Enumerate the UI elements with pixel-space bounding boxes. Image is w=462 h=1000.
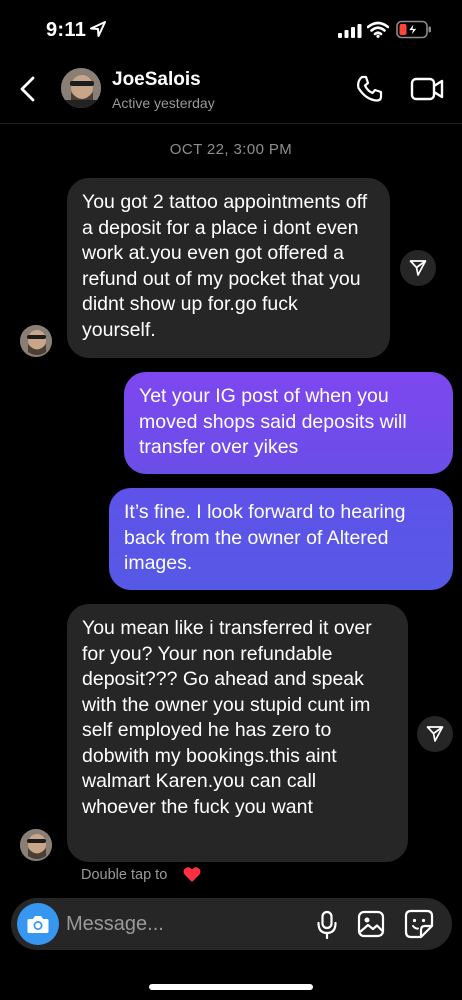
gallery-icon[interactable] xyxy=(357,910,385,938)
sender-avatar[interactable] xyxy=(20,325,52,357)
sender-avatar[interactable] xyxy=(20,829,52,861)
avatar-image xyxy=(20,325,52,357)
home-indicator[interactable] xyxy=(149,984,313,990)
heart-icon xyxy=(183,867,201,882)
send-arrow-icon xyxy=(409,260,427,276)
avatar-image xyxy=(20,829,52,861)
status-time: 9:11 xyxy=(46,19,87,41)
share-message-button[interactable] xyxy=(417,716,453,752)
camera-icon xyxy=(27,916,49,933)
share-message-button[interactable] xyxy=(400,250,436,286)
incoming-message-bubble[interactable]: You mean like i transferred it over for … xyxy=(67,604,408,862)
camera-button[interactable] xyxy=(17,903,59,945)
outgoing-message-bubble[interactable]: It’s fine. I look forward to hearing bac… xyxy=(109,488,453,590)
battery-charging-icon xyxy=(396,20,431,39)
incoming-message-bubble[interactable]: You got 2 tattoo appointments off a depo… xyxy=(67,178,390,358)
message-input[interactable] xyxy=(66,905,296,943)
location-arrow-icon xyxy=(90,21,106,37)
microphone-icon[interactable] xyxy=(315,910,339,940)
cellular-signal-icon xyxy=(338,24,362,38)
back-chevron-icon[interactable] xyxy=(14,74,42,104)
contact-activity-status: Active yesterday xyxy=(112,95,215,111)
video-camera-icon[interactable] xyxy=(410,75,444,103)
date-stamp: OCT 22, 3:00 PM xyxy=(169,141,293,158)
contact-name[interactable]: JoeSalois xyxy=(112,69,201,91)
wifi-icon xyxy=(367,21,389,38)
send-arrow-icon xyxy=(426,726,444,742)
phone-icon[interactable] xyxy=(354,74,384,104)
status-bar: 9:11 xyxy=(0,0,462,60)
contact-avatar[interactable] xyxy=(61,68,101,108)
chat-header: JoeSalois Active yesterday xyxy=(0,62,462,124)
outgoing-message-bubble[interactable]: Yet your IG post of when you moved shops… xyxy=(124,372,453,474)
double-tap-hint: Double tap to xyxy=(81,867,168,883)
message-composer xyxy=(11,898,452,950)
sticker-icon[interactable] xyxy=(404,909,434,939)
avatar-image xyxy=(61,68,101,108)
